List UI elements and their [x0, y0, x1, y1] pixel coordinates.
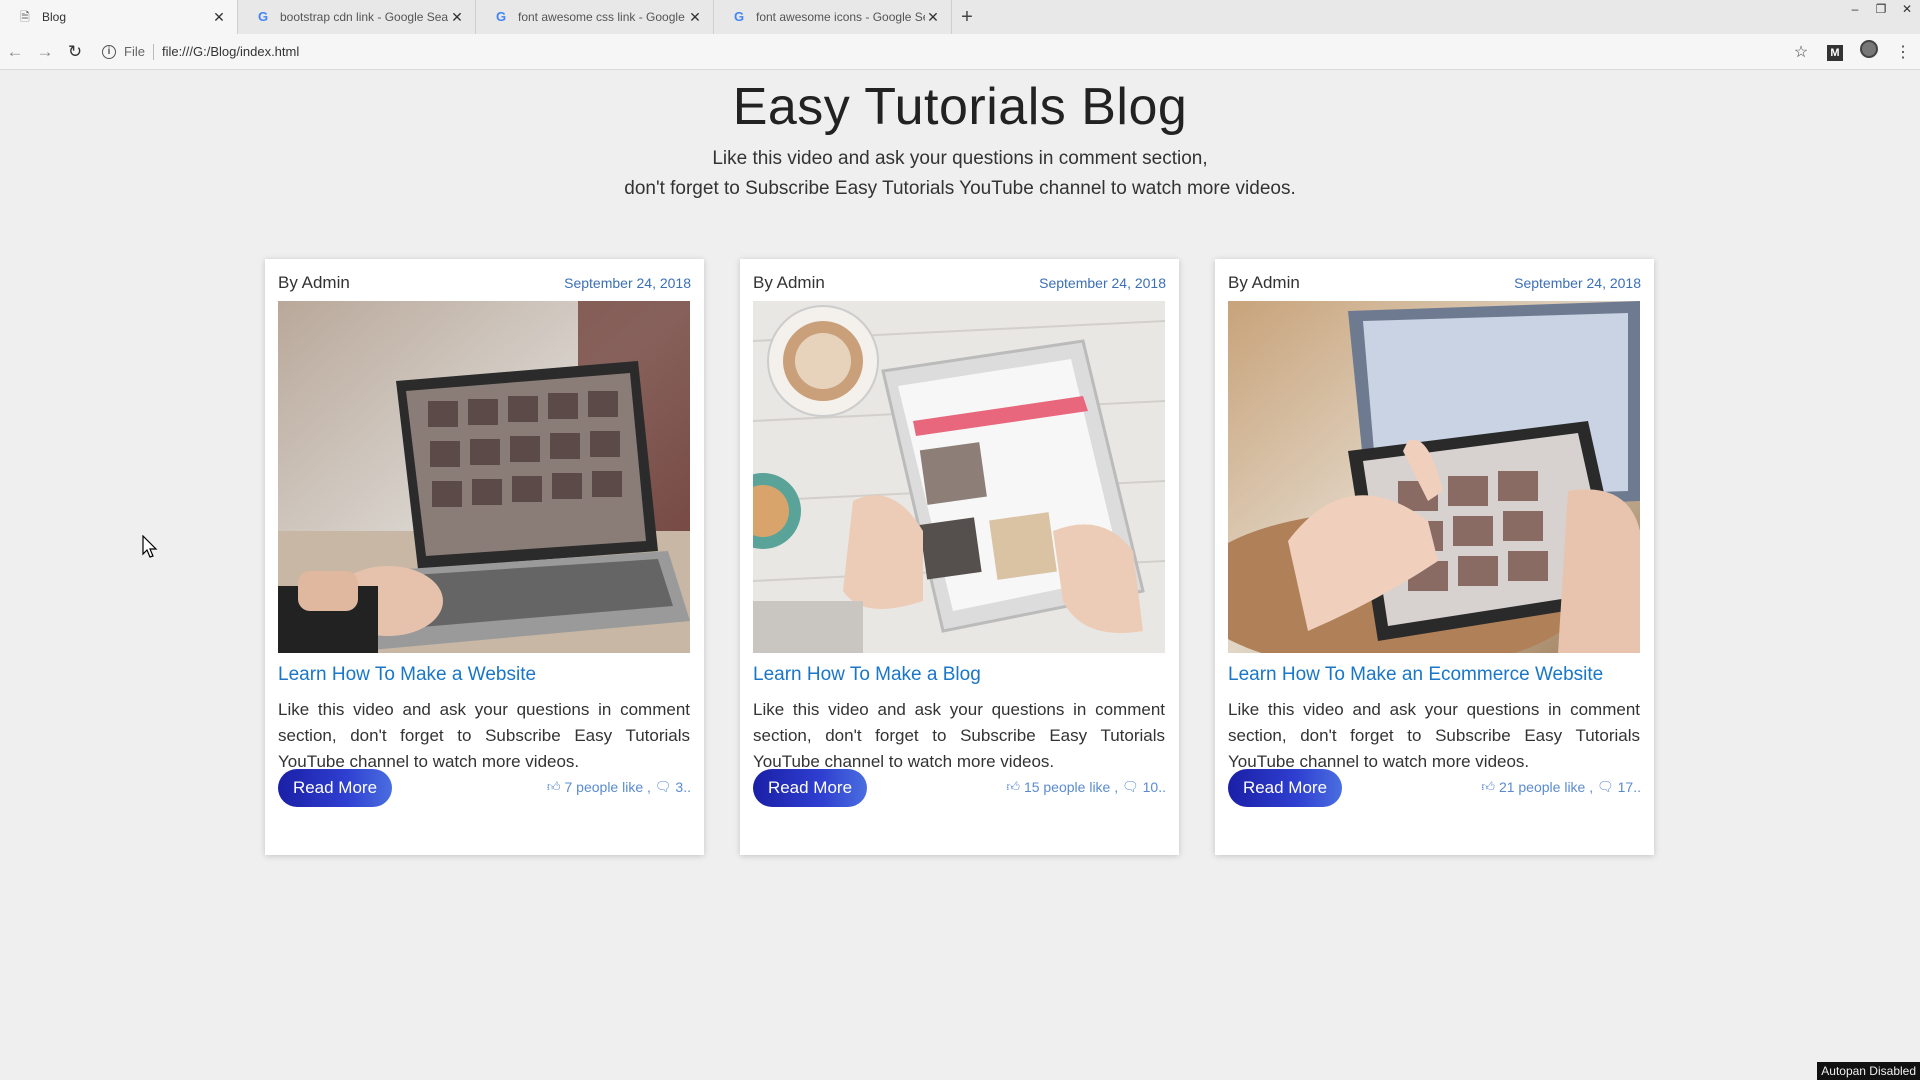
read-more-button[interactable]: Read More: [753, 769, 867, 807]
comments-count: 17..: [1617, 779, 1641, 795]
laptop-photo: [278, 301, 690, 653]
card-date: September 24, 2018: [564, 275, 691, 291]
autopan-status-badge: Autopan Disabled: [1817, 1062, 1920, 1080]
tab-fa-css-search[interactable]: G font awesome css link - Google ✕: [476, 0, 714, 34]
read-more-button[interactable]: Read More: [278, 769, 392, 807]
address-bar[interactable]: i File file:///G:/Blog/index.html: [102, 38, 1784, 66]
window-controls: – ❐ ✕: [1842, 0, 1920, 18]
tab-blog[interactable]: 🗎 Blog ✕: [0, 0, 238, 34]
tablet-shopping-photo: [1228, 301, 1640, 653]
google-icon: G: [495, 9, 507, 24]
menu-kebab-icon[interactable]: ⋮: [1886, 42, 1920, 62]
thumbs-up-icon: 👍︎: [546, 779, 561, 794]
page-subtitle: Like this video and ask your questions i…: [0, 144, 1920, 204]
google-icon: G: [733, 9, 745, 24]
card-author: By Admin: [753, 273, 825, 292]
bookmark-star-icon[interactable]: ☆: [1784, 42, 1818, 62]
back-arrow-icon[interactable]: ←: [0, 37, 30, 67]
tab-close-icon[interactable]: ✕: [211, 9, 227, 26]
card-date: September 24, 2018: [1514, 275, 1641, 291]
comment-icon: 🗨︎: [1597, 779, 1614, 794]
card-header: By Admin September 24, 2018: [1228, 273, 1641, 293]
url-text[interactable]: file:///G:/Blog/index.html: [162, 44, 299, 59]
card-excerpt: Like this video and ask your questions i…: [753, 700, 1165, 771]
card-stats: 👍︎ 21 people like , 🗨︎ 17..: [1481, 779, 1641, 795]
card-stats: 👍︎ 15 people like , 🗨︎ 10..: [1006, 779, 1166, 795]
card-author: By Admin: [278, 273, 350, 292]
likes-count: 15 people like ,: [1023, 779, 1119, 795]
tab-title: font awesome icons - Google Se: [756, 10, 925, 24]
subtitle-line-1: Like this video and ask your questions i…: [712, 148, 1208, 169]
close-window-icon[interactable]: ✕: [1894, 0, 1920, 18]
likes-count: 21 people like ,: [1498, 779, 1594, 795]
info-icon[interactable]: i: [102, 44, 116, 59]
card-author: By Admin: [1228, 273, 1300, 292]
card-stats: 👍︎ 7 people like , 🗨︎ 3..: [547, 779, 691, 795]
minimize-icon[interactable]: –: [1842, 0, 1868, 18]
card-title-link[interactable]: Learn How To Make a Blog: [753, 664, 981, 686]
file-scheme-label: File: [124, 44, 145, 59]
document-icon: 🗎: [20, 10, 30, 24]
card-excerpt: Like this video and ask your questions i…: [278, 700, 690, 771]
tab-title: font awesome css link - Google: [518, 10, 685, 24]
read-more-button[interactable]: Read More: [1228, 769, 1342, 807]
new-tab-button[interactable]: +: [952, 0, 982, 34]
comments-count: 3..: [675, 779, 691, 795]
tablet-coffee-photo: [753, 301, 1165, 653]
profile-avatar-icon[interactable]: [1852, 40, 1886, 63]
subtitle-line-2: don't forget to Subscribe Easy Tutorials…: [624, 178, 1296, 199]
google-icon: G: [257, 9, 269, 24]
comment-icon: 🗨︎: [654, 779, 672, 794]
browser-toolbar: ← → ↻ i File file:///G:/Blog/index.html …: [0, 34, 1920, 70]
card-excerpt: Like this video and ask your questions i…: [1228, 700, 1640, 771]
tab-close-icon[interactable]: ✕: [449, 9, 465, 26]
tab-close-icon[interactable]: ✕: [925, 9, 941, 26]
tab-title: bootstrap cdn link - Google Sea: [280, 10, 449, 24]
reload-icon[interactable]: ↻: [60, 37, 90, 67]
card-title-link[interactable]: Learn How To Make an Ecommerce Website: [1228, 664, 1603, 686]
likes-count: 7 people like ,: [564, 779, 651, 795]
forward-arrow-icon[interactable]: →: [30, 37, 60, 67]
thumbs-up-icon: 👍︎: [1481, 779, 1495, 794]
restore-icon[interactable]: ❐: [1868, 0, 1894, 18]
page-viewport: Easy Tutorials Blog Like this video and …: [0, 71, 1920, 1078]
tab-strip: 🗎 Blog ✕ G bootstrap cdn link - Google S…: [0, 0, 1920, 34]
comments-count: 10..: [1142, 779, 1166, 795]
extension-icon[interactable]: M: [1818, 43, 1852, 61]
blog-card: By Admin September 24, 2018 Learn How To…: [740, 259, 1179, 855]
tab-fa-icons-search[interactable]: G font awesome icons - Google Se ✕: [714, 0, 952, 34]
card-header: By Admin September 24, 2018: [278, 273, 691, 293]
tab-title: Blog: [42, 10, 67, 24]
tab-close-icon[interactable]: ✕: [687, 9, 703, 26]
card-date: September 24, 2018: [1039, 275, 1166, 291]
page-title: Easy Tutorials Blog: [732, 78, 1188, 136]
card-header: By Admin September 24, 2018: [753, 273, 1166, 293]
tab-bootstrap-search[interactable]: G bootstrap cdn link - Google Sea ✕: [238, 0, 476, 34]
thumbs-up-icon: 👍︎: [1006, 779, 1020, 794]
mouse-cursor-icon: [142, 535, 158, 558]
blog-card: By Admin September 24, 2018 Learn How To…: [265, 259, 704, 855]
blog-card: By Admin September 24, 2018 Learn How To…: [1215, 259, 1654, 855]
divider: [152, 43, 154, 60]
comment-icon: 🗨︎: [1122, 779, 1139, 794]
card-title-link[interactable]: Learn How To Make a Website: [278, 664, 536, 686]
card-grid: By Admin September 24, 2018 Learn How To…: [265, 259, 1654, 855]
